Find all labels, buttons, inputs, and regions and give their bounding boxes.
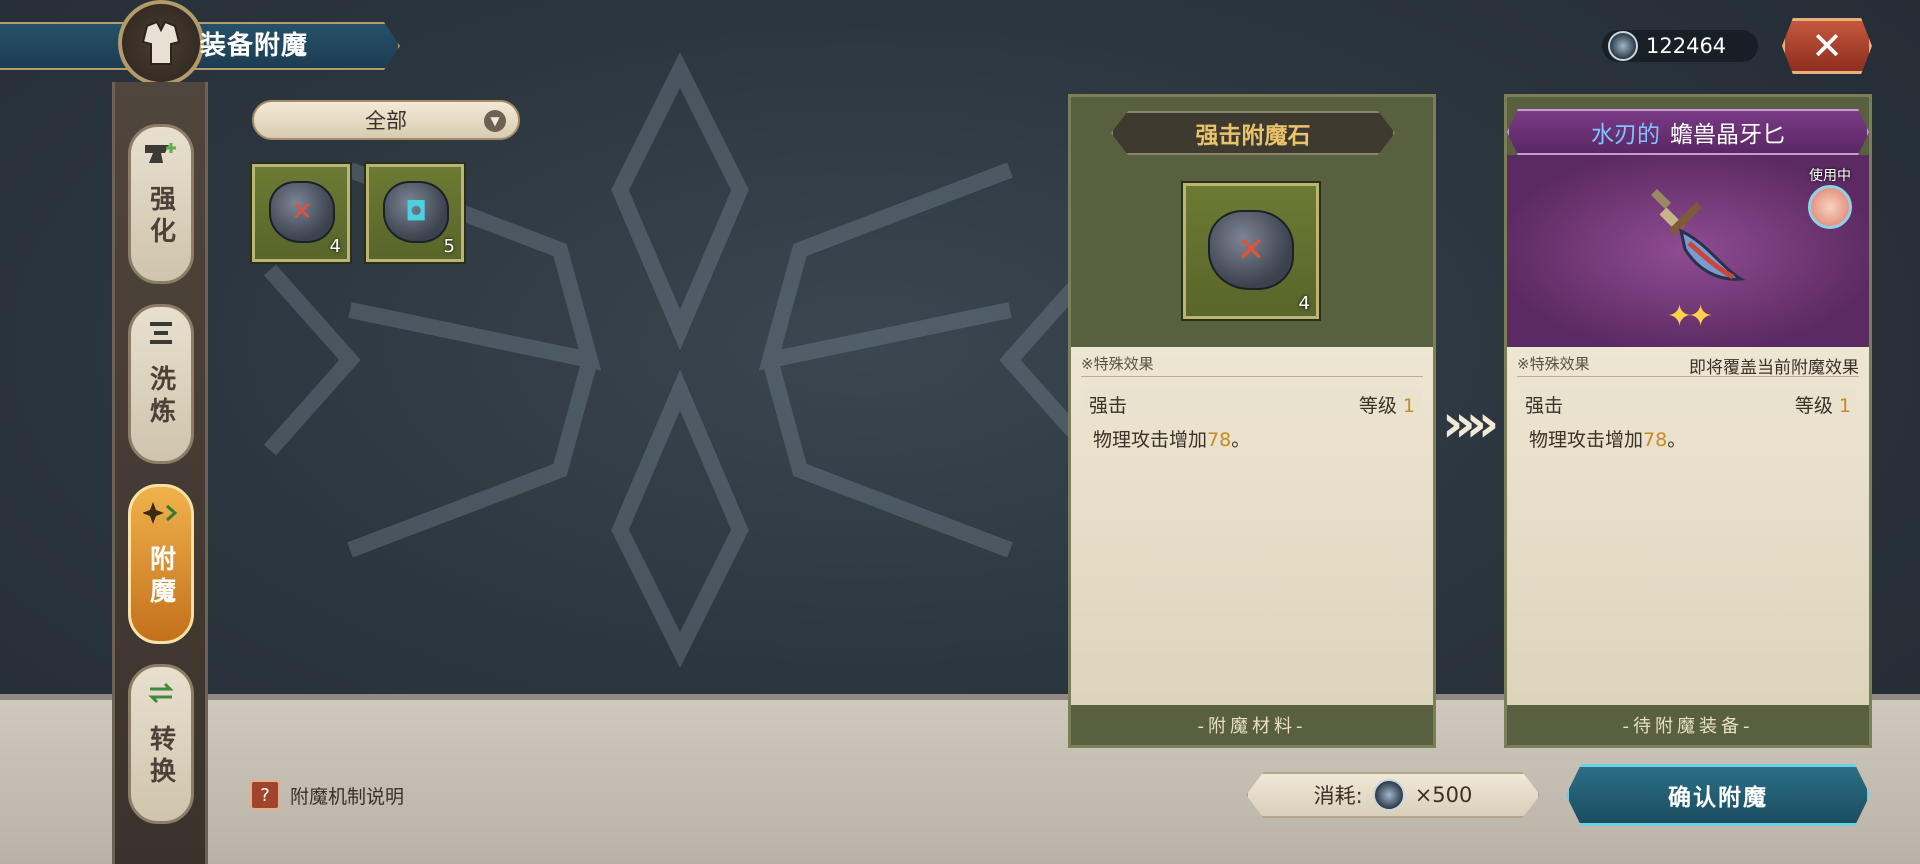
cost-value: ×500: [1414, 783, 1473, 807]
cost-display: 消耗: ×500: [1246, 772, 1540, 818]
cost-label: 消耗:: [1313, 784, 1363, 808]
effect-row: 强击 等级 1: [1083, 389, 1421, 419]
in-use-badge: 使用中: [1799, 165, 1861, 229]
tab-enchant[interactable]: 附魔: [128, 484, 194, 644]
star-rating: ✦✦: [1666, 299, 1713, 334]
special-effect-header: ※特殊效果: [1081, 353, 1423, 377]
rune-stone-icon: ✕: [1208, 210, 1294, 290]
anvil-plus-icon: [141, 135, 181, 171]
special-effect-header: ※特殊效果 即将覆盖当前附魔效果: [1517, 353, 1859, 378]
effect-description: 物理攻击增加78。: [1529, 429, 1687, 451]
inventory-slot[interactable]: ◘ 5: [366, 164, 464, 262]
currency-display: 122464: [1602, 30, 1758, 62]
filter-selected-value: 全部: [365, 109, 407, 133]
inventory-slot[interactable]: ✕ 4: [252, 164, 350, 262]
rune-mark: ✕: [1236, 230, 1266, 270]
overwrite-note: 即将覆盖当前附魔效果: [1689, 358, 1859, 378]
in-use-label: 使用中: [1809, 168, 1851, 184]
double-chevron-right-icon: »»: [1442, 394, 1499, 454]
item-count: 4: [329, 236, 341, 257]
confirm-enchant-button[interactable]: 确认附魔: [1566, 764, 1870, 826]
rune-mark: ◘: [405, 197, 427, 227]
tab-label: 附魔: [145, 545, 176, 609]
category-filter-dropdown[interactable]: 全部 ▼: [252, 100, 520, 140]
item-count: 4: [1298, 293, 1310, 314]
effect-level: 等级 1: [1358, 394, 1415, 417]
equipment-name-prefix: 水刃的: [1591, 122, 1660, 148]
section-label: ※特殊效果: [1081, 355, 1154, 373]
page-title: 装备附魔: [200, 31, 309, 61]
help-label: 附魔机制说明: [290, 785, 405, 808]
enchant-help-link[interactable]: ? 附魔机制说明: [250, 780, 404, 810]
rune-stone-icon: ◘: [383, 181, 449, 243]
swap-arrows-icon: [141, 675, 181, 711]
currency-amount: 122464: [1646, 34, 1727, 58]
rune-stone-icon: ✕: [269, 181, 335, 243]
section-label: ※特殊效果: [1517, 355, 1590, 373]
refine-lines-icon: [141, 315, 181, 351]
chevron-down-icon: ▼: [484, 110, 506, 132]
effect-name: 强击: [1089, 394, 1128, 417]
tab-refine[interactable]: 洗炼: [128, 304, 194, 464]
equipment-name-text: 蟾兽晶牙匕: [1670, 122, 1785, 148]
panel-footer: -待附魔装备-: [1507, 705, 1869, 745]
silver-coin-icon: [1372, 779, 1405, 811]
material-slot[interactable]: ✕ 4: [1183, 183, 1319, 319]
equipment-display[interactable]: ✦✦ 使用中: [1507, 155, 1869, 347]
material-name: 强击附魔石: [1111, 111, 1395, 155]
close-icon: ✕: [1811, 24, 1843, 68]
tab-label: 强化: [145, 185, 176, 249]
character-avatar: [1808, 185, 1852, 229]
effect-description: 物理攻击增加78。: [1093, 429, 1251, 451]
silver-coin-icon: [1608, 31, 1638, 61]
tab-convert[interactable]: 转换: [128, 664, 194, 824]
close-button[interactable]: ✕: [1782, 18, 1872, 74]
enchant-material-panel: 强击附魔石 ✕ 4 ※特殊效果 强击 等级 1 物理攻击增加78。 -附魔材料-: [1068, 94, 1436, 748]
tab-enhance[interactable]: 强化: [128, 124, 194, 284]
equipment-name: 水刃的 蟾兽晶牙匕: [1507, 109, 1869, 155]
panel-footer: -附魔材料-: [1071, 705, 1433, 745]
tab-label: 转换: [145, 725, 176, 789]
tab-label: 洗炼: [145, 365, 176, 429]
item-count: 5: [443, 236, 455, 257]
dagger-icon: [1651, 189, 1746, 281]
effect-name: 强击: [1525, 394, 1564, 417]
effect-row: 强击 等级 1: [1519, 389, 1857, 419]
armor-crest-icon: [118, 0, 204, 86]
target-equipment-panel: ✦✦ 使用中 水刃的 蟾兽晶牙匕 ※特殊效果 即将覆盖当前附魔效果 强击 等级 …: [1504, 94, 1872, 748]
sparkle-arrow-icon: [141, 495, 181, 531]
effect-level: 等级 1: [1794, 394, 1851, 417]
question-icon: ?: [250, 780, 280, 810]
rune-mark: ✕: [291, 197, 313, 227]
